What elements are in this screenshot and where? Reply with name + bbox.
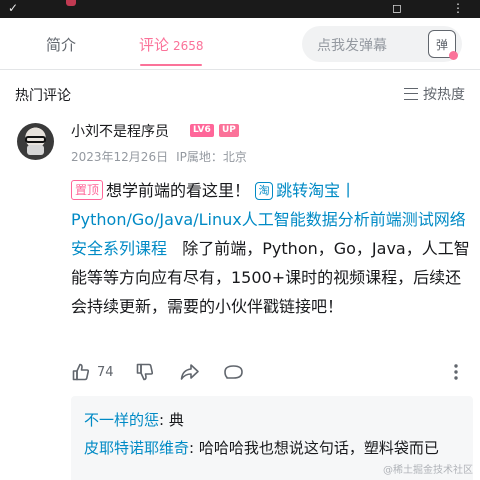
- level-badge: LV6: [190, 124, 214, 137]
- comment-text: 置顶 想学前端的看这里！ 淘跳转淘宝丨Python/Go/Java/Linux人工…: [71, 176, 471, 321]
- danmaku-placeholder: 点我发弹幕: [317, 38, 387, 54]
- tab-comments-label: 评论: [139, 36, 170, 54]
- pinned-tag: 置顶: [71, 180, 104, 200]
- tab-comments[interactable]: 评论 2658: [139, 34, 204, 55]
- avatar[interactable]: [17, 123, 54, 160]
- watermark: @稀土掘金技术社区: [383, 465, 473, 476]
- comment-lead-text: 想学前端的看这里！: [106, 181, 251, 200]
- hot-comments-header: 热门评论 按热度: [0, 70, 480, 114]
- progress-marker: [66, 0, 76, 6]
- reply-item: 不一样的惩: 典: [84, 406, 460, 434]
- comment-actions: 74: [71, 360, 471, 386]
- active-tab-indicator: [140, 64, 202, 66]
- reply-username[interactable]: 皮耶特诺耶维奇: [84, 439, 189, 457]
- tab-comments-count: 2658: [173, 39, 204, 53]
- sort-icon: [404, 88, 418, 100]
- tab-bar: 简介 评论 2658 点我发弹幕 弹: [0, 18, 480, 70]
- avatar-mask: [27, 145, 44, 155]
- danmaku-input[interactable]: 点我发弹幕 弹: [302, 26, 462, 62]
- taobao-icon: 淘: [255, 182, 274, 200]
- sort-label: 按热度: [423, 87, 465, 103]
- cast-icon[interactable]: ◻: [392, 2, 402, 14]
- comment-username[interactable]: 小刘不是程序员: [71, 121, 169, 141]
- like-button[interactable]: 74: [71, 362, 114, 382]
- sort-button[interactable]: 按热度: [404, 84, 465, 104]
- comment-meta: 2023年12月26日 IP属地：北京: [71, 148, 247, 165]
- danmaku-toggle-button[interactable]: 弹: [428, 30, 458, 60]
- back-icon[interactable]: ✓: [8, 2, 18, 14]
- comment-more-button[interactable]: [449, 362, 463, 382]
- thumbs-up-icon: [72, 363, 90, 381]
- section-title: 热门评论: [15, 88, 71, 104]
- share-icon: [180, 364, 199, 380]
- reply-username[interactable]: 不一样的惩: [84, 411, 159, 429]
- reply-text: : 典: [159, 411, 184, 429]
- up-badge: UP: [219, 124, 239, 137]
- tab-intro[interactable]: 简介: [46, 34, 76, 55]
- avatar-glasses: [25, 136, 46, 143]
- danmaku-icon: 弹: [435, 37, 448, 52]
- like-count: 74: [97, 364, 114, 380]
- dislike-button[interactable]: [135, 362, 155, 382]
- video-player-strip: ✓ ◻ ⋮: [0, 0, 480, 18]
- comment-ip-location: IP属地：北京: [176, 150, 247, 164]
- tab-intro-label: 简介: [46, 36, 77, 54]
- comment-date: 2023年12月26日: [71, 150, 169, 164]
- reply-text: : 哈哈哈我也想说这句话，塑料袋而已: [189, 439, 439, 457]
- reply-item: 皮耶特诺耶维奇: 哈哈哈我也想说这句话，塑料袋而已: [84, 434, 460, 462]
- more-vertical-icon: [454, 364, 458, 380]
- thumbs-down-icon: [136, 363, 154, 381]
- more-icon[interactable]: ⋮: [452, 2, 464, 14]
- reply-button[interactable]: [223, 362, 244, 382]
- share-button[interactable]: [179, 362, 200, 382]
- reply-icon: [224, 365, 243, 379]
